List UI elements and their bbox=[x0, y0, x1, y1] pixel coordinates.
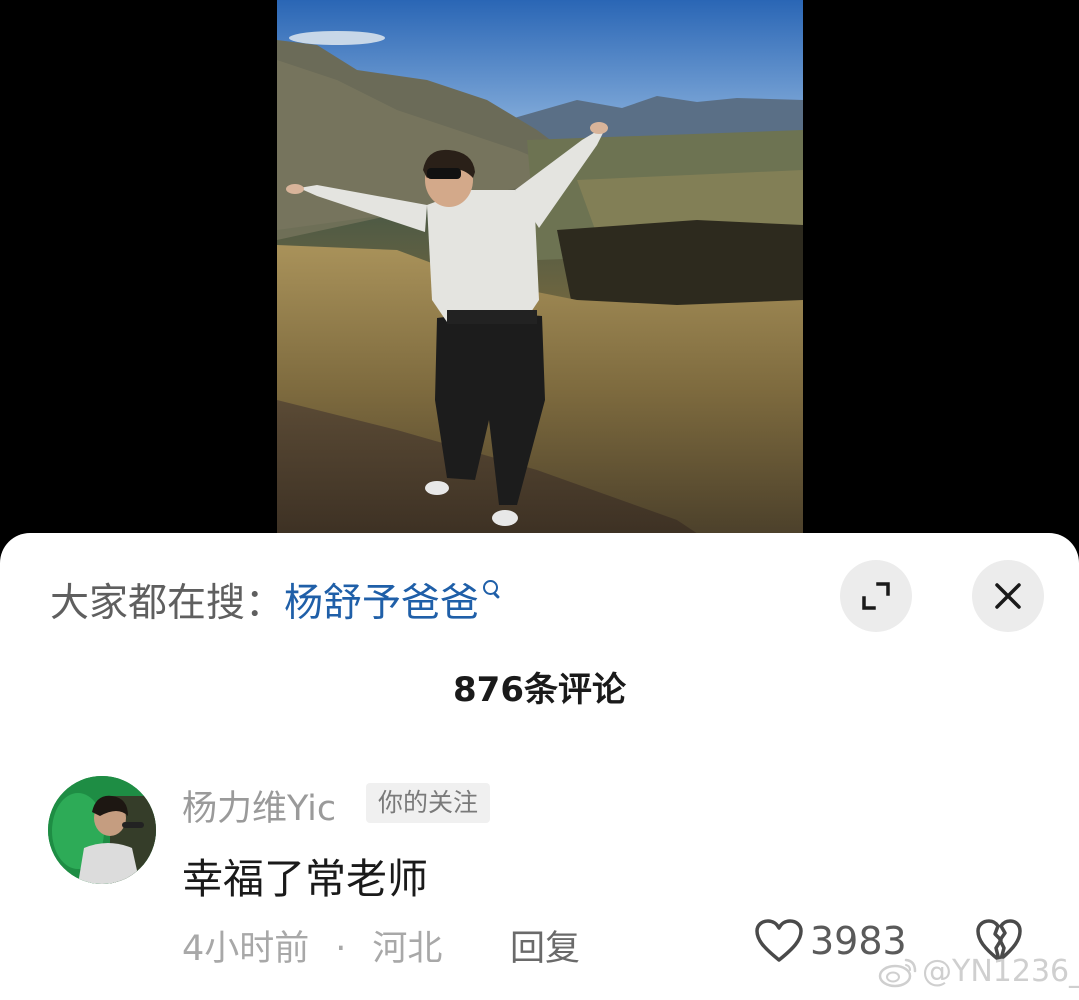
expand-button[interactable] bbox=[840, 560, 912, 632]
trending-search-term[interactable]: 杨舒予爸爸 bbox=[284, 572, 479, 628]
trending-search-prefix: 大家都在搜： bbox=[50, 581, 285, 626]
photo-scene bbox=[277, 0, 803, 540]
trending-search[interactable]: 大家都在搜： 杨舒予爸爸 bbox=[50, 572, 503, 628]
close-icon bbox=[995, 583, 1021, 609]
avatar[interactable] bbox=[48, 776, 156, 884]
heart-outline-icon bbox=[755, 919, 803, 962]
avatar-image bbox=[48, 776, 156, 884]
meta-separator: · bbox=[335, 929, 347, 969]
comment-screen: 大家都在搜： 杨舒予爸爸 876条评论 杨力维Yic 你的关注 幸福了常老师 4… bbox=[0, 0, 1079, 1000]
following-badge: 你的关注 bbox=[366, 783, 491, 823]
comment-meta: 4小时前 · 河北 bbox=[182, 920, 442, 971]
comment-time: 4小时前 bbox=[182, 929, 310, 969]
comment-text[interactable]: 幸福了常老师 bbox=[182, 845, 428, 905]
search-icon[interactable] bbox=[481, 578, 503, 608]
reply-button[interactable]: 回复 bbox=[510, 920, 580, 971]
watermark: @YN1236_ bbox=[878, 954, 1079, 989]
weibo-logo-icon bbox=[878, 958, 917, 987]
close-button[interactable] bbox=[972, 560, 1044, 632]
watermark-handle: @YN1236_ bbox=[922, 954, 1079, 989]
comment-username[interactable]: 杨力维Yic bbox=[182, 780, 336, 831]
expand-icon bbox=[862, 582, 890, 610]
comment-location: 河北 bbox=[372, 929, 443, 969]
comment-count: 876条评论 bbox=[453, 670, 626, 710]
post-photo[interactable] bbox=[277, 0, 803, 540]
